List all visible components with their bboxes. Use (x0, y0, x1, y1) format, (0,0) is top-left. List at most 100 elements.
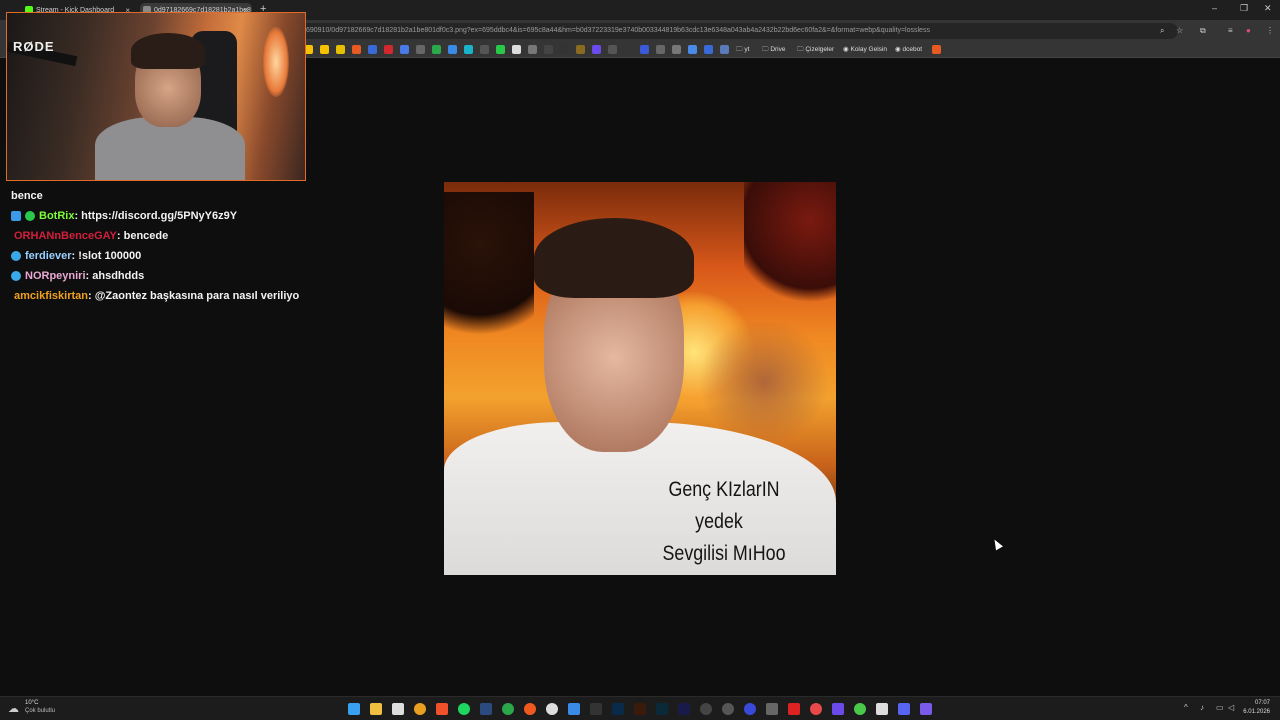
app-icon[interactable] (854, 703, 866, 715)
bookmark-icon[interactable] (368, 45, 377, 54)
palm-silhouette (444, 192, 534, 362)
brave-icon[interactable] (436, 703, 448, 715)
minimize-button[interactable]: – (1212, 3, 1217, 13)
bookmark-icon[interactable] (336, 45, 345, 54)
microphone-icon[interactable]: ♪ (1200, 703, 1204, 712)
bookmark-icon[interactable] (656, 45, 665, 54)
meme-caption-line: yedek (695, 510, 743, 533)
clock-time[interactable]: 07:07 (1246, 700, 1270, 706)
bookmark-dcebot[interactable]: ◉ dcebot (895, 45, 922, 53)
app-icon[interactable] (590, 703, 602, 715)
bookmark-icon[interactable] (576, 45, 585, 54)
chat-username[interactable]: NORpeyniri (25, 268, 86, 285)
store-icon[interactable] (392, 703, 404, 715)
bookmark-icon[interactable] (688, 45, 697, 54)
photoshop-icon[interactable] (612, 703, 624, 715)
chat-message-text: : !slot 100000 (71, 249, 142, 262)
profile-avatar-icon[interactable]: ● (1246, 26, 1251, 35)
illustrator-icon[interactable] (634, 703, 646, 715)
app-icon[interactable] (568, 703, 580, 715)
bookmark-icon[interactable] (608, 45, 617, 54)
lightroom-icon[interactable] (656, 703, 668, 715)
spotify-icon[interactable] (458, 703, 470, 715)
bookmark-icon[interactable] (464, 45, 473, 54)
bookmark-icon[interactable] (592, 45, 601, 54)
bookmark-icon[interactable] (480, 45, 489, 54)
meme-caption-line: Genç KIzlarIN (668, 478, 780, 501)
volume-icon[interactable]: ◁ (1228, 703, 1234, 712)
weather-description[interactable]: Çok bulutlu (25, 708, 55, 714)
after-effects-icon[interactable] (678, 703, 690, 715)
file-explorer-icon[interactable] (370, 703, 382, 715)
xbox-icon[interactable] (502, 703, 514, 715)
url-field[interactable]: 690910/0d97182669c7d18281b2a1be801df0c3.… (298, 23, 1178, 39)
app-icon[interactable] (766, 703, 778, 715)
bookmark-label: Kolay Gelsin (850, 46, 887, 53)
app-icon[interactable] (722, 703, 734, 715)
bookmark-folder-cizelgeler[interactable]: 🗀 Çizelgeler (797, 45, 834, 56)
bookmark-folder-drive[interactable]: 🗀 Drive (762, 45, 785, 56)
bookmark-icon[interactable] (512, 45, 521, 54)
bookmark-kolay-gelsin[interactable]: ◉ Kolay Gelsin (843, 45, 887, 53)
app-icon[interactable] (744, 703, 756, 715)
steam-icon[interactable] (480, 703, 492, 715)
discord-icon[interactable] (898, 703, 910, 715)
subscriber-badge-icon (11, 271, 21, 281)
chat-username[interactable]: ferdiever (25, 248, 71, 265)
bookmark-icon[interactable] (400, 45, 409, 54)
app-icon[interactable] (788, 703, 800, 715)
bookmark-icon[interactable] (384, 45, 393, 54)
zoom-icon[interactable]: ⌕ (1160, 26, 1164, 36)
weather-temperature[interactable]: 10°C (25, 700, 38, 706)
chat-username[interactable]: ORHANnBenceGAY (14, 228, 117, 245)
tree-silhouette (744, 182, 836, 312)
bookmark-icon[interactable] (704, 45, 713, 54)
lamp-glow (263, 27, 289, 97)
chat-username[interactable]: amcikfiskirtan (14, 288, 88, 305)
windows-taskbar: ☁ 10°C Çok bulutlu ^ ♪ ▭ ◁ 07:07 6.01.20… (0, 696, 1280, 720)
bookmark-icon[interactable] (640, 45, 649, 54)
menu-icon[interactable]: ⋮ (1266, 26, 1274, 35)
weather-cloud-icon[interactable]: ☁ (8, 702, 19, 715)
clock-date[interactable]: 6.01.2026 (1240, 709, 1270, 715)
settings-icon[interactable] (700, 703, 712, 715)
extensions-icon[interactable]: ⧉ (1200, 26, 1206, 36)
bookmark-icon[interactable] (720, 45, 729, 54)
bookmark-icon[interactable] (544, 45, 553, 54)
bookmark-icon[interactable] (932, 45, 941, 54)
chat-overlay: bence BotRix : https://discord.gg/5PNyY6… (11, 186, 311, 306)
bookmark-icon[interactable] (672, 45, 681, 54)
chat-message: ferdiever : !slot 100000 (11, 246, 311, 266)
chat-username[interactable]: BotRix (39, 208, 74, 225)
close-window-button[interactable]: ✕ (1264, 3, 1272, 14)
bookmark-star-icon[interactable]: ☆ (1176, 26, 1183, 35)
app-icon[interactable] (876, 703, 888, 715)
network-icon[interactable]: ▭ (1216, 703, 1224, 712)
obs-icon[interactable] (546, 703, 558, 715)
bookmark-icon[interactable] (416, 45, 425, 54)
bookmark-label: dcebot (902, 46, 923, 53)
bookmark-icon[interactable] (528, 45, 537, 54)
subscriber-badge-icon (11, 251, 21, 261)
faded-eyes-overlay (694, 322, 834, 442)
bookmark-icon[interactable] (496, 45, 505, 54)
app-icon[interactable] (524, 703, 536, 715)
webcam-overlay: RØDE (6, 12, 306, 181)
streamer-hair (131, 33, 205, 69)
tray-overflow-icon[interactable]: ^ (1184, 703, 1188, 712)
bookmark-folder-yt[interactable]: 🗀 yt (736, 45, 749, 56)
start-menu-icon[interactable] (348, 703, 360, 715)
bookmark-icon[interactable] (352, 45, 361, 54)
man-hair (534, 218, 694, 298)
chrome-icon[interactable] (414, 703, 426, 715)
chat-message: ORHANnBenceGAY : bencede (11, 226, 311, 246)
app-icon[interactable] (832, 703, 844, 715)
bookmark-icon[interactable] (448, 45, 457, 54)
bookmark-icon[interactable] (320, 45, 329, 54)
app-icon[interactable] (810, 703, 822, 715)
bookmark-icon[interactable] (432, 45, 441, 54)
bookmark-icon[interactable] (560, 45, 569, 54)
maximize-button[interactable]: ❐ (1240, 3, 1248, 14)
sidebar-icon[interactable]: ≡ (1228, 26, 1233, 35)
app-icon[interactable] (920, 703, 932, 715)
